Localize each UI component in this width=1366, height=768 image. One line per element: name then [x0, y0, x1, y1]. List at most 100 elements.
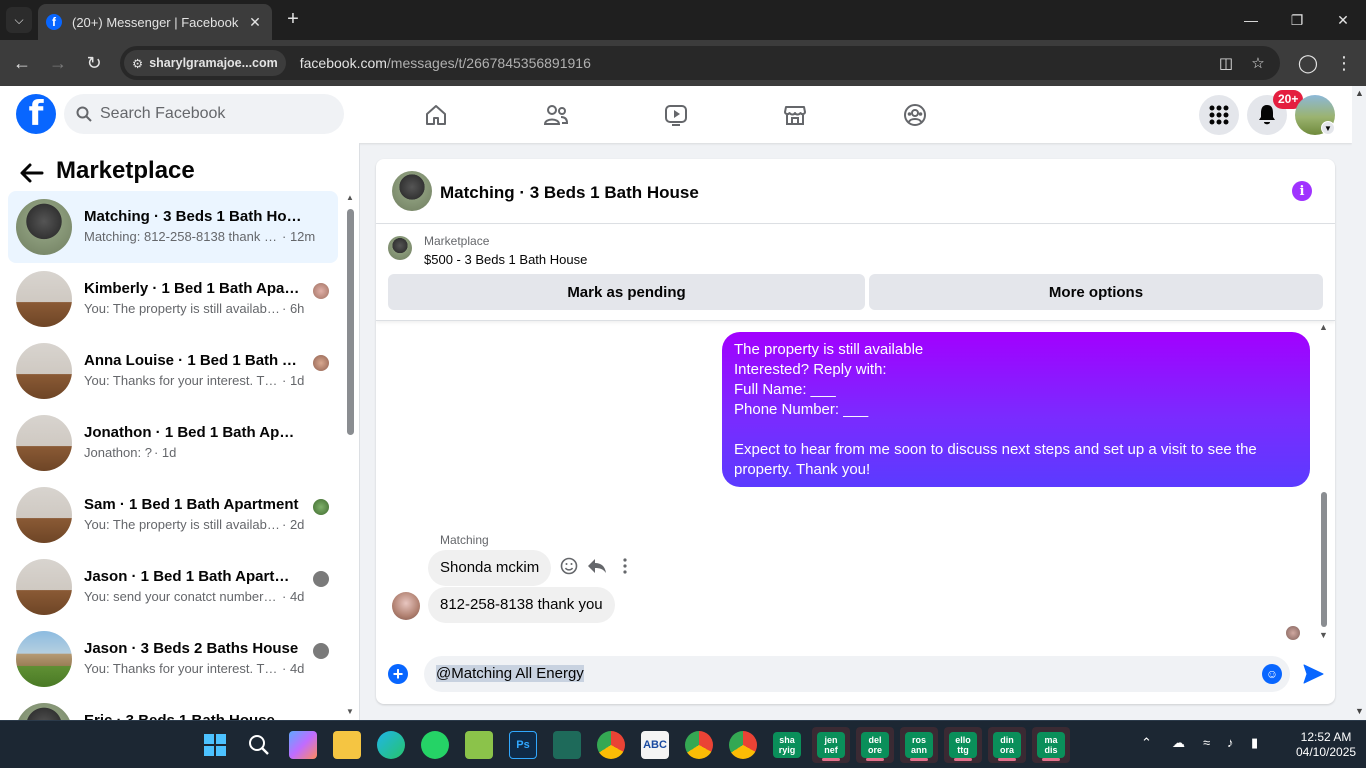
incoming-message-bubble[interactable]: Shonda mckim [428, 550, 552, 586]
conversation-item[interactable]: Anna Louise · 1 Bed 1 Bath Ap... You: Th… [8, 335, 338, 407]
listing-thumbnail[interactable] [388, 236, 412, 260]
notepad-icon[interactable] [465, 731, 493, 759]
profile-icon[interactable]: ◯ [1296, 51, 1320, 75]
scroll-up-arrow-icon[interactable]: ▲ [1355, 88, 1364, 98]
onedrive-icon[interactable]: ☁ [1172, 735, 1185, 751]
message-input[interactable] [424, 656, 1290, 692]
windows-start-icon[interactable] [201, 731, 229, 759]
whatsapp-icon[interactable] [421, 731, 449, 759]
abc-app-icon[interactable]: ABC [641, 731, 669, 759]
system-clock[interactable]: 12:52 AM 04/10/2025 [1296, 730, 1356, 760]
react-emoji-icon[interactable] [557, 554, 581, 578]
new-tab-icon[interactable]: + [282, 8, 304, 30]
friends-icon[interactable] [539, 98, 573, 132]
listing-thumbnail [16, 559, 72, 615]
photoshop-icon[interactable]: Ps [509, 731, 537, 759]
search-input[interactable] [100, 105, 320, 123]
grid-icon [1209, 105, 1229, 125]
conversation-item[interactable]: Sam · 1 Bed 1 Bath Apartment You: The pr… [8, 479, 338, 551]
app-icon[interactable] [553, 731, 581, 759]
menu-grid-button[interactable] [1199, 95, 1239, 135]
edge-icon[interactable] [377, 731, 405, 759]
search-icon[interactable] [245, 731, 273, 759]
info-icon[interactable]: i [1292, 181, 1312, 201]
taskbar-app-tile[interactable]: ros ann [900, 727, 938, 763]
listing-thumbnail [16, 631, 72, 687]
site-info-chip[interactable]: ⚙ sharylgramajoe...com [124, 50, 286, 76]
sender-avatar[interactable] [392, 592, 420, 620]
install-app-icon[interactable]: ◫ [1212, 46, 1240, 80]
conversation-item[interactable]: Jason · 1 Bed 1 Bath Apartment You: send… [8, 551, 338, 623]
conversation-item[interactable]: Matching · 3 Beds 1 Bath House Matching:… [8, 191, 338, 263]
chrome-icon[interactable] [597, 731, 625, 759]
home-icon[interactable] [419, 98, 453, 132]
taskbar-app-tile[interactable]: jen nef [812, 727, 850, 763]
account-chevron-down-icon[interactable]: ▼ [1321, 121, 1335, 135]
address-bar[interactable]: ⚙ sharylgramajoe...com facebook.com/mess… [120, 46, 1280, 80]
taskbar-app-tile[interactable]: ello ttg [944, 727, 982, 763]
read-receipt-avatar [313, 571, 329, 587]
chat-avatar[interactable] [392, 171, 432, 211]
incoming-message-bubble[interactable]: 812-258-8138 thank you [428, 587, 615, 623]
back-arrow-icon[interactable]: ← [10, 51, 34, 75]
more-options-button[interactable]: More options [869, 274, 1323, 310]
volume-icon[interactable]: ♪ [1227, 735, 1234, 750]
listing-price[interactable]: $500 - 3 Beds 1 Bath House [424, 252, 587, 267]
tab-search-icon[interactable]: ⌵ [6, 7, 32, 33]
scrollbar-thumb[interactable] [347, 209, 354, 435]
taskbar-app-tile[interactable]: din ora [988, 727, 1026, 763]
chrome-profile-icon[interactable] [729, 731, 757, 759]
video-icon[interactable] [659, 98, 693, 132]
facebook-logo-icon[interactable]: f [16, 94, 56, 134]
back-arrow-icon[interactable] [18, 159, 46, 187]
file-explorer-icon[interactable] [333, 731, 361, 759]
minimize-icon[interactable]: — [1228, 0, 1274, 40]
chat-title[interactable]: Matching · 3 Beds 1 Bath House [440, 183, 699, 203]
tab-close-icon[interactable]: ✕ [246, 14, 264, 31]
scroll-up-arrow-icon[interactable]: ▲ [346, 193, 354, 202]
scroll-down-arrow-icon[interactable]: ▼ [1319, 630, 1328, 640]
listing-banner: Marketplace $500 - 3 Beds 1 Bath House M… [376, 225, 1335, 321]
add-attachment-icon[interactable]: + [388, 664, 408, 684]
browser-menu-icon[interactable]: ⋮ [1332, 51, 1356, 75]
taskbar-app-tile[interactable]: del ore [856, 727, 894, 763]
restore-icon[interactable]: ❐ [1274, 0, 1320, 40]
marketplace-icon[interactable] [778, 98, 812, 132]
bell-icon [1259, 105, 1275, 125]
scroll-up-arrow-icon[interactable]: ▲ [1319, 322, 1328, 332]
page-scrollbar[interactable]: ▲ ▼ [1352, 86, 1366, 720]
scrollbar-thumb[interactable] [1321, 492, 1327, 627]
conversation-list-scrollbar[interactable]: ▲ ▼ [345, 193, 355, 720]
conversation-item[interactable]: Eric · 3 Beds 1 Bath House [8, 695, 338, 720]
scroll-down-arrow-icon[interactable]: ▼ [346, 707, 354, 716]
wifi-icon[interactable]: ≈ [1203, 735, 1210, 750]
groups-icon[interactable] [898, 98, 932, 132]
mark-as-pending-button[interactable]: Mark as pending [388, 274, 865, 310]
sender-name: Matching [440, 533, 489, 547]
taskbar-app-tile[interactable]: sha ryig [768, 727, 806, 763]
tile-label: ros ann [905, 732, 933, 758]
thread-scrollbar[interactable]: ▲ ▼ [1318, 322, 1330, 644]
tab-title: (20+) Messenger | Facebook [72, 14, 239, 30]
search-box[interactable] [64, 94, 344, 134]
chrome-profile-icon[interactable] [685, 731, 713, 759]
send-icon[interactable] [1302, 663, 1324, 685]
conversation-item[interactable]: Jonathon · 1 Bed 1 Bath Apartme... Jonat… [8, 407, 338, 479]
taskbar-app-tile[interactable]: ma dis [1032, 727, 1070, 763]
message-composer: + @Matching All Energy ☺ [376, 649, 1335, 704]
conversation-item[interactable]: Jason · 3 Beds 2 Baths House You: Thanks… [8, 623, 338, 695]
reload-icon[interactable]: ↻ [82, 51, 106, 75]
emoji-icon[interactable]: ☺ [1262, 664, 1282, 684]
scroll-down-arrow-icon[interactable]: ▼ [1355, 706, 1364, 716]
window-close-icon[interactable]: ✕ [1320, 0, 1366, 40]
battery-icon[interactable]: ▮ [1251, 735, 1258, 751]
reply-icon[interactable] [585, 554, 609, 578]
outgoing-message-bubble[interactable]: The property is still available Interest… [722, 332, 1310, 487]
bookmark-star-icon[interactable]: ☆ [1244, 46, 1272, 80]
browser-tab[interactable]: f (20+) Messenger | Facebook ✕ [38, 4, 272, 40]
forward-arrow-icon[interactable]: → [46, 51, 70, 75]
conversation-item[interactable]: Kimberly · 1 Bed 1 Bath Apart... You: Th… [8, 263, 338, 335]
copilot-icon[interactable] [289, 731, 317, 759]
more-actions-icon[interactable] [613, 554, 637, 578]
show-hidden-icons-chevron-up-icon[interactable]: ⌃ [1141, 735, 1152, 751]
